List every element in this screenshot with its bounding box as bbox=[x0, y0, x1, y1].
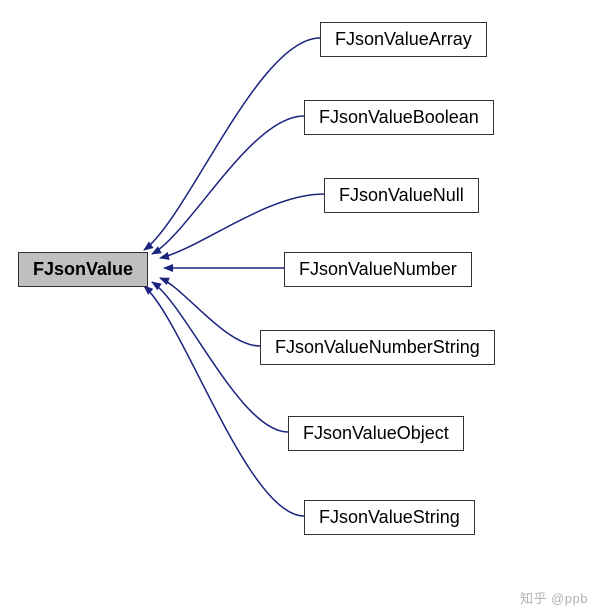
inheritance-arrows bbox=[0, 0, 600, 613]
node-fjsonvalue: FJsonValue bbox=[18, 252, 148, 287]
node-fjsonvaluestring: FJsonValueString bbox=[304, 500, 475, 535]
node-fjsonvalueboolean: FJsonValueBoolean bbox=[304, 100, 494, 135]
node-fjsonvaluenumber: FJsonValueNumber bbox=[284, 252, 472, 287]
watermark-text: 知乎 @ppb bbox=[520, 588, 588, 607]
node-fjsonvaluenumberstring: FJsonValueNumberString bbox=[260, 330, 495, 365]
node-fjsonvalueobject: FJsonValueObject bbox=[288, 416, 464, 451]
node-fjsonvaluearray: FJsonValueArray bbox=[320, 22, 487, 57]
node-fjsonvaluenull: FJsonValueNull bbox=[324, 178, 479, 213]
